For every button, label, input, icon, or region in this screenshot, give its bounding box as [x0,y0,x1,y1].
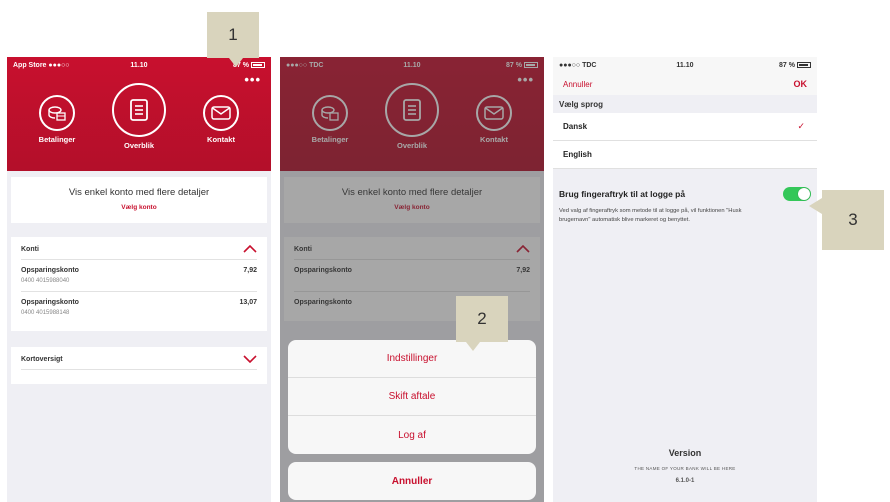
callout-2: 2 [456,296,508,351]
account-row[interactable]: Opsparingskonto 7,92 0400 4015988040 [21,260,257,292]
accounts-title: Konti [21,245,39,253]
cards-title: Kortoversigt [21,355,63,363]
cancel-button[interactable]: Annuller [563,80,592,89]
phone-overview: App Store ●●●○○ 11.10 87 % ••• Betalinge… [7,57,271,502]
nav-label: Kontakt [207,135,235,144]
logout-option[interactable]: Log af [288,416,536,454]
nav-kontakt[interactable]: Kontakt [185,95,257,150]
account-amount: 7,92 [243,267,257,274]
account-name: Opsparingskonto [21,299,79,306]
language-label: English [563,150,592,159]
version-number: 6.1.0-1 [675,478,695,484]
cards-section: Kortoversigt [11,347,267,384]
account-row[interactable]: Opsparingskonto 13,07 0400 4015988148 [21,292,257,323]
phone-settings: ●●●○○ TDC 11.10 87 % Annuller OK Vælg sp… [553,57,817,502]
cards-header[interactable]: Kortoversigt [21,355,257,370]
language-option-english[interactable]: English [553,141,817,169]
fingerprint-section: Brug fingeraftryk til at logge på Ved va… [553,169,817,225]
coins-icon [39,95,75,131]
phone-action-sheet: ●●●○○ TDC 11.10 87 % ••• Betalinger Over… [280,57,544,502]
action-sheet: Indstillinger Skift aftale Log af [288,340,536,454]
fingerprint-title: Brug fingeraftryk til at logge på [559,189,686,199]
fingerprint-description: Ved valg af fingeraftryk som metode til … [559,208,742,223]
accounts-header[interactable]: Konti [21,245,257,260]
callout-1: 1 [207,12,259,67]
language-group-label: Vælg sprog [559,100,604,109]
settings-navbar: Annuller OK [553,73,817,95]
red-header: App Store ●●●○○ 11.10 87 % ••• Betalinge… [7,57,271,171]
bank-name: THE NAME OF YOUR BANK WILL BE HERE [634,466,736,471]
nav-betalinger[interactable]: Betalinger [21,95,93,150]
switch-agreement-option[interactable]: Skift aftale [288,378,536,416]
cancel-button[interactable]: Annuller [288,462,536,500]
fingerprint-toggle[interactable] [783,187,811,201]
version-block: Version THE NAME OF YOUR BANK WILL BE HE… [553,448,817,484]
nav-label: Betalinger [38,135,76,144]
chevron-down-icon [243,355,257,363]
choose-account-link[interactable]: Vælg konto [11,204,267,211]
account-number: 0400 4015988040 [21,278,70,284]
status-carrier: App Store ●●●○○ [13,61,70,69]
document-icon [112,83,166,137]
status-battery: 87 % [779,62,811,69]
more-menu-button[interactable]: ••• [244,73,261,86]
battery-icon [251,61,265,68]
main-nav: Betalinger Overblik Kontakt [7,83,271,150]
action-sheet-cancel: Annuller [288,462,536,500]
nav-label: Overblik [123,141,154,150]
chevron-up-icon [243,245,257,253]
screenshot-stage: App Store ●●●○○ 11.10 87 % ••• Betalinge… [0,0,890,502]
status-bar: ●●●○○ TDC 11.10 87 % [553,57,817,73]
account-amount: 13,07 [239,299,257,306]
status-carrier: ●●●○○ TDC [559,61,597,69]
checkmark-icon: ✓ [797,121,805,131]
callout-3: 3 [809,190,884,250]
version-title: Version [668,448,702,458]
ok-button[interactable]: OK [794,79,808,89]
language-option-dansk[interactable]: Dansk ✓ [553,113,817,141]
battery-icon [797,61,811,68]
single-account-card: Vis enkel konto med flere detaljer Vælg … [11,177,267,223]
account-name: Opsparingskonto [21,267,79,274]
envelope-icon [203,95,239,131]
single-account-text: Vis enkel konto med flere detaljer [68,187,210,198]
nav-overblik[interactable]: Overblik [103,83,175,150]
account-number: 0400 4015988148 [21,310,70,316]
accounts-section: Konti Opsparingskonto 7,92 0400 401598804… [11,237,267,331]
language-label: Dansk [563,122,588,131]
settings-option[interactable]: Indstillinger [288,340,536,378]
